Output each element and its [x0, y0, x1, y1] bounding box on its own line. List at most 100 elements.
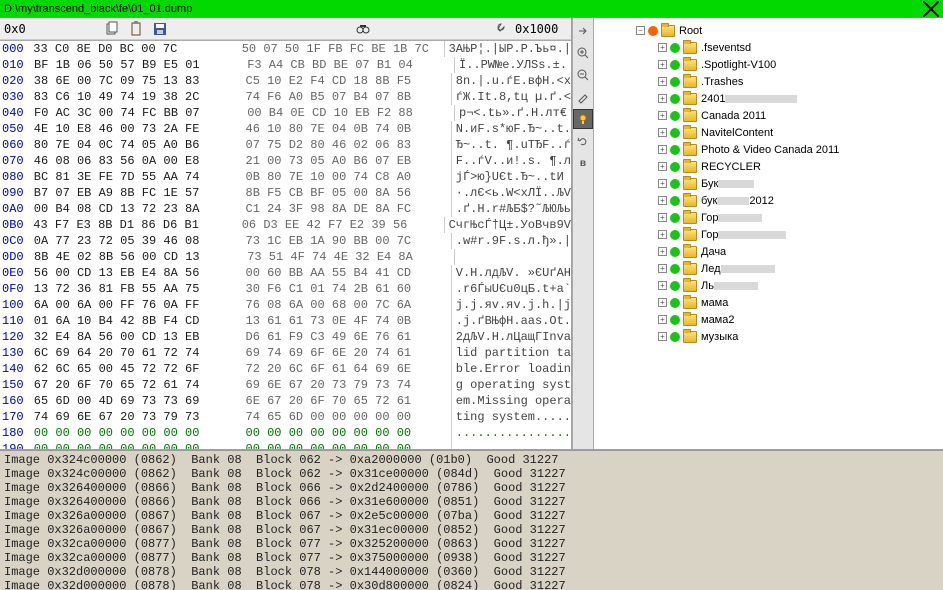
tree-item[interactable]: RECYCLER: [596, 158, 941, 175]
tree-toggle-icon[interactable]: [658, 43, 667, 52]
tree-toggle-icon[interactable]: [658, 213, 667, 222]
hex-ascii: V.Н.лдЉV. »ЄUґAН: [451, 265, 571, 281]
folder-icon: [683, 195, 697, 207]
tree-item[interactable]: .fseventsd: [596, 39, 941, 56]
close-icon[interactable]: [923, 2, 939, 16]
hex-ascii: F..ѓV..и!.s. ¶.л: [451, 153, 571, 169]
hex-ascii: .w#r.9F.s.л.ђ».|: [451, 233, 571, 249]
tree-item[interactable]: Ль: [596, 277, 941, 294]
binoculars-icon[interactable]: [354, 20, 372, 38]
folder-icon: [683, 161, 697, 173]
tree-panel[interactable]: Root .fseventsd.Spotlight-V100.Trashes 240…: [594, 18, 943, 449]
redacted-text: [718, 180, 754, 188]
hex-row: 03083 C6 10 49 74 19 38 2C 74 F6 A0 B5 0…: [0, 89, 571, 105]
redacted-text: [725, 95, 797, 103]
tree-item[interactable]: бук2012: [596, 192, 941, 209]
hex-offset: 030: [0, 89, 34, 105]
tree-item[interactable]: Photo & Video Canada 2011: [596, 141, 941, 158]
tree-item-label: Лед: [701, 263, 721, 275]
hex-ascii: j.j.яv.яv.j.h.|j: [451, 297, 571, 313]
tree-item-label: RECYCLER: [701, 161, 761, 173]
zoom-out-icon[interactable]: [573, 65, 593, 85]
tree-toggle-icon[interactable]: [658, 179, 667, 188]
tree-item-label: Canada 2011: [701, 110, 766, 122]
hex-row: 0A000 B4 08 CD 13 72 23 8A C1 24 3F 98 8…: [0, 201, 571, 217]
hex-offset: 040: [0, 105, 34, 121]
tree-toggle-icon[interactable]: [658, 281, 667, 290]
status-dot-icon: [670, 43, 680, 53]
status-dot-icon: [670, 128, 680, 138]
hex-bytes-right: 06 D3 EE 42 F7 E2 39 56: [235, 217, 444, 233]
tree-item[interactable]: Дача: [596, 243, 941, 260]
save-icon[interactable]: [151, 20, 169, 38]
tree-item[interactable]: Гор: [596, 226, 941, 243]
letter-b-icon[interactable]: в: [573, 153, 593, 173]
hex-row: 010BF 1B 06 50 57 B9 E5 01 F3 A4 CB BD B…: [0, 57, 571, 73]
tree-toggle-icon[interactable]: [658, 128, 667, 137]
eyedropper-icon[interactable]: [573, 87, 593, 107]
hex-offset: 0E0: [0, 265, 34, 281]
goto-icon[interactable]: [573, 21, 593, 41]
tree-toggle-icon[interactable]: [636, 26, 645, 35]
tree-item-label: 2401: [701, 93, 725, 105]
titlebar[interactable]: D:\my\transcend_black\fe\01_01.dump: [0, 0, 943, 18]
hex-bytes-right: C5 10 E2 F4 CD 18 8B F5: [238, 73, 450, 89]
tree-item[interactable]: Бук: [596, 175, 941, 192]
zoom-in-icon[interactable]: [573, 43, 593, 63]
tree-toggle-icon[interactable]: [658, 332, 667, 341]
tree-toggle-icon[interactable]: [658, 145, 667, 154]
tree-item-label: NavitelContent: [701, 127, 773, 139]
tree-toggle-icon[interactable]: [658, 230, 667, 239]
wrench-icon[interactable]: [490, 20, 508, 38]
tree-toggle-icon[interactable]: [658, 77, 667, 86]
status-dot-icon: [670, 196, 680, 206]
hex-ascii: CчгЊсЃ†Ц±.УоBчв9V: [444, 217, 571, 233]
tree-root[interactable]: Root: [596, 22, 941, 39]
tree-toggle-icon[interactable]: [658, 111, 667, 120]
tree-item[interactable]: Canada 2011: [596, 107, 941, 124]
log-panel[interactable]: Image 0x324c00000 (0862) Bank 08 Block 0…: [0, 450, 943, 590]
hex-ascii: ................: [451, 441, 571, 449]
hex-bytes-left: 38 6E 00 7C 09 75 13 83: [34, 73, 239, 89]
tree-toggle-icon[interactable]: [658, 60, 667, 69]
tree-item[interactable]: 2401: [596, 90, 941, 107]
hex-row: 0504E 10 E8 46 00 73 2A FE 46 10 80 7E 0…: [0, 121, 571, 137]
tree-toggle-icon[interactable]: [658, 196, 667, 205]
status-dot-icon: [670, 111, 680, 121]
bulb-icon[interactable]: [573, 109, 593, 129]
tree-item-label: бук: [701, 195, 717, 207]
hex-offset: 130: [0, 345, 34, 361]
refresh-icon[interactable]: [573, 131, 593, 151]
hex-row: 0F013 72 36 81 FB 55 AA 75 30 F6 C1 01 7…: [0, 281, 571, 297]
tree-item[interactable]: .Trashes: [596, 73, 941, 90]
hex-row: 00033 C0 8E D0 BC 00 7C 50 07 50 1F FB F…: [0, 41, 571, 57]
copy-icon[interactable]: [103, 20, 121, 38]
hex-ascii: јЃ>ю}UЄt.Ђ~..tИ: [451, 169, 571, 185]
paste-icon[interactable]: [127, 20, 145, 38]
tree-item[interactable]: Лед: [596, 260, 941, 277]
hex-bytes-left: 4E 10 E8 46 00 73 2A FE: [34, 121, 239, 137]
hex-offset: 0A0: [0, 201, 34, 217]
hex-row: 15067 20 6F 70 65 72 61 74 69 6E 67 20 7…: [0, 377, 571, 393]
tree-item[interactable]: мама: [596, 294, 941, 311]
tree-toggle-icon[interactable]: [658, 264, 667, 273]
folder-icon: [683, 297, 697, 309]
hex-row: 02038 6E 00 7C 09 75 13 83 C5 10 E2 F4 C…: [0, 73, 571, 89]
tree-item[interactable]: музыка: [596, 328, 941, 345]
hex-ascii: ................: [451, 425, 571, 441]
folder-icon: [661, 25, 675, 37]
tree-toggle-icon[interactable]: [658, 315, 667, 324]
tree-item[interactable]: .Spotlight-V100: [596, 56, 941, 73]
tree-toggle-icon[interactable]: [658, 94, 667, 103]
tree-item[interactable]: мама2: [596, 311, 941, 328]
tree-root-label: Root: [679, 25, 702, 37]
tree-toggle-icon[interactable]: [658, 247, 667, 256]
hex-view[interactable]: 00033 C0 8E D0 BC 00 7C 50 07 50 1F FB F…: [0, 40, 571, 449]
tree-toggle-icon[interactable]: [658, 162, 667, 171]
tree-item[interactable]: Гор: [596, 209, 941, 226]
status-dot-icon: [670, 94, 680, 104]
hex-bytes-left: 65 6D 00 4D 69 73 73 69: [34, 393, 239, 409]
tree-toggle-icon[interactable]: [658, 298, 667, 307]
tree-item[interactable]: NavitelContent: [596, 124, 941, 141]
hex-bytes-left: 01 6A 10 B4 42 8B F4 CD: [34, 313, 239, 329]
